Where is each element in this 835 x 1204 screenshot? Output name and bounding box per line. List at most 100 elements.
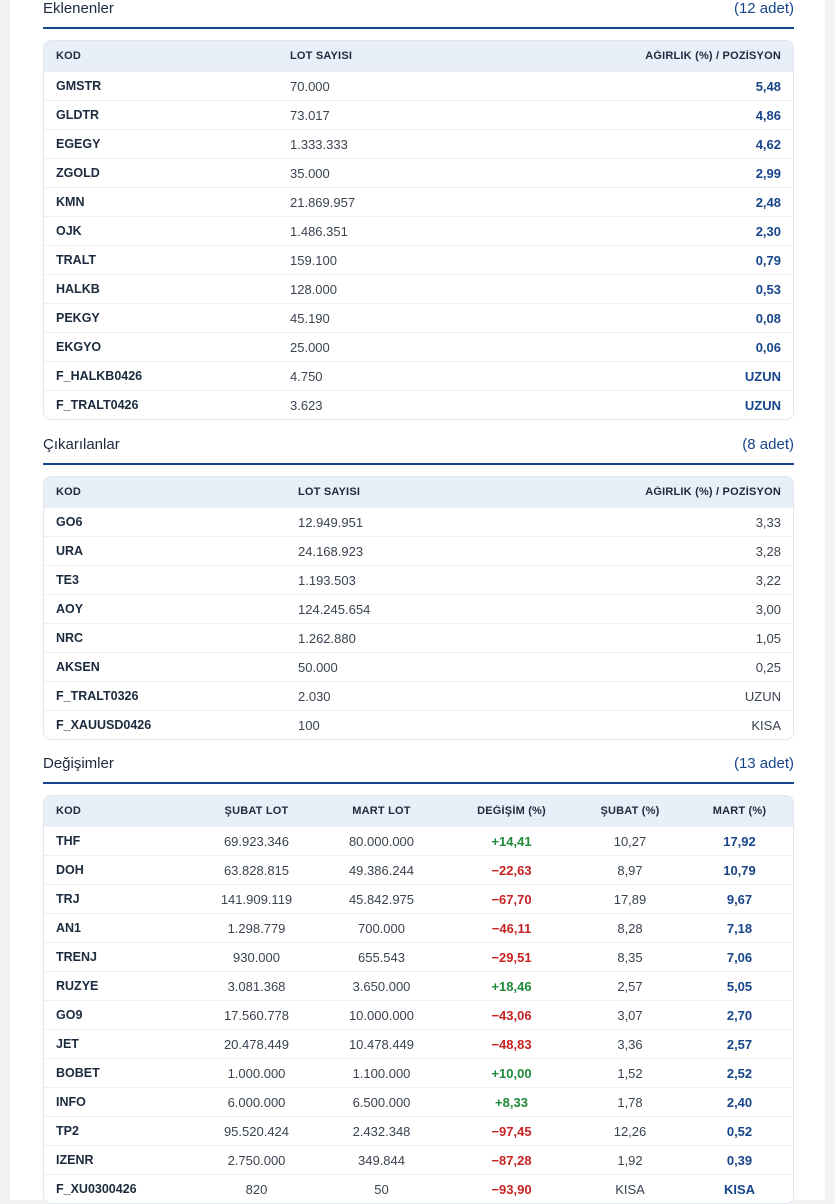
col-header-lot: LOT SAYISI [290,50,353,62]
table-row[interactable]: TRJ 141.909.119 45.842.975 −67,70 17,89 9,67 [44,884,793,913]
weight-cell: 4,62 [755,136,781,152]
weight-cell: 0,25 [755,659,781,675]
code-cell: F_TRALT0426 [56,398,139,412]
table-row[interactable]: GO9 17.560.778 10.000.000 −43,06 3,07 2,70 [44,1000,793,1029]
table-row[interactable]: DOH 63.828.815 49.386.244 −22,63 8,97 10,79 [44,855,793,884]
table-row[interactable]: RUZYE 3.081.368 3.650.000 +18,46 2,57 5,05 [44,971,793,1000]
table-row[interactable]: F_HALKB0426 4.750 UZUN [44,361,793,390]
code-cell: F_HALKB0426 [56,369,143,383]
table-row[interactable]: PEKGY 45.190 0,08 [44,303,793,332]
mar-lot-cell: 6.500.000 [352,1094,411,1110]
col-header-kod: KOD [56,50,82,62]
mar-lot-cell: 10.000.000 [348,1007,415,1023]
code-cell: BOBET [56,1066,100,1080]
table-row[interactable]: IZENR 2.750.000 349.844 −87,28 1,92 0,39 [44,1145,793,1174]
mar-pct-cell: 10,79 [723,862,756,878]
change-cell: +8,33 [495,1094,528,1110]
code-cell: GO6 [56,515,83,529]
change-cell: +14,41 [491,833,532,849]
table-row[interactable]: URA 24.168.923 3,28 [44,536,793,565]
table-row[interactable]: F_XAUUSD0426 100 KISA [44,710,793,739]
code-cell: GO9 [56,1008,83,1022]
added-section-header: Eklenenler (12 adet) [43,0,794,29]
mar-pct-cell: 5,05 [726,978,753,994]
table-row[interactable]: INFO 6.000.000 6.500.000 +8,33 1,78 2,40 [44,1087,793,1116]
code-cell: F_XU0300426 [56,1182,137,1196]
change-cell: −87,28 [491,1152,532,1168]
table-row[interactable]: AKSEN 50.000 0,25 [44,652,793,681]
mar-lot-cell: 655.543 [358,949,405,965]
weight-cell: 0,06 [755,339,781,355]
mar-lot-cell: 45.842.975 [348,891,415,907]
lot-cell: 45.190 [290,310,330,326]
lot-cell: 25.000 [290,339,330,355]
feb-pct-cell: 10,27 [613,833,647,849]
added-table-body: GMSTR 70.000 5,48 GLDTR 73.017 4,86 EGEGY 1.333… [44,71,793,419]
change-cell: −67,70 [491,891,532,907]
feb-lot-cell: 69.923.346 [223,833,290,849]
code-cell: ZGOLD [56,166,100,180]
table-row[interactable]: NRC 1.262.880 1,05 [44,623,793,652]
mar-lot-cell: 3.650.000 [352,978,411,994]
table-row[interactable]: F_TRALT0426 3.623 UZUN [44,390,793,419]
code-cell: PEKGY [56,311,100,325]
table-row[interactable]: HALKB 128.000 0,53 [44,274,793,303]
table-row[interactable]: JET 20.478.449 10.478.449 −48,83 3,36 2,57 [44,1029,793,1058]
table-row[interactable]: GO6 12.949.951 3,33 [44,507,793,536]
table-row[interactable]: GLDTR 73.017 4,86 [44,100,793,129]
code-cell: TP2 [56,1124,79,1138]
changes-section-count: (13 adet) [733,755,794,772]
weight-cell: 3,33 [755,514,781,530]
code-cell: IZENR [56,1153,94,1167]
weight-cell: UZUN [744,397,781,413]
table-row[interactable]: BOBET 1.000.000 1.100.000 +10,00 1,52 2,52 [44,1058,793,1087]
changes-section-title: Değişimler [43,755,114,772]
code-cell: TRALT [56,253,97,267]
feb-pct-cell: 1,78 [617,1094,643,1110]
table-row[interactable]: F_XU0300426 820 50 −93,90 KISA KISA [44,1174,793,1203]
lot-cell: 159.100 [290,252,337,268]
feb-lot-cell: 141.909.119 [220,891,293,907]
code-cell: AN1 [56,921,82,935]
table-row[interactable]: AOY 124.245.654 3,00 [44,594,793,623]
feb-lot-cell: 1.000.000 [227,1065,286,1081]
mar-pct-cell: 7,18 [726,920,753,936]
lot-cell: 4.750 [290,368,323,384]
weight-cell: 0,08 [755,310,781,326]
code-cell: EGEGY [56,137,101,151]
mar-lot-cell: 700.000 [358,920,405,936]
table-row[interactable]: TP2 95.520.424 2.432.348 −97,45 12,26 0,52 [44,1116,793,1145]
mar-lot-cell: 1.100.000 [352,1065,411,1081]
lot-cell: 12.949.951 [298,514,364,530]
change-cell: −43,06 [491,1007,532,1023]
lot-cell: 1.486.351 [290,223,348,239]
weight-cell: 3,28 [755,543,781,559]
table-row[interactable]: F_TRALT0326 2.030 UZUN [44,681,793,710]
table-row[interactable]: TRALT 159.100 0,79 [44,245,793,274]
table-row[interactable]: AN1 1.298.779 700.000 −46,11 8,28 7,18 [44,913,793,942]
code-cell: KMN [56,195,85,209]
table-row[interactable]: EGEGY 1.333.333 4,62 [44,129,793,158]
feb-lot-cell: 63.828.815 [223,862,290,878]
mar-pct-cell: 2,52 [726,1065,753,1081]
table-row[interactable]: THF 69.923.346 80.000.000 +14,41 10,27 17,92 [44,826,793,855]
table-row[interactable]: KMN 21.869.957 2,48 [44,187,793,216]
removed-section-count: (8 adet) [742,436,794,453]
table-row[interactable]: TRENJ 930.000 655.543 −29,51 8,35 7,06 [44,942,793,971]
feb-lot-cell: 95.520.424 [223,1123,290,1139]
table-row[interactable]: TE3 1.193.503 3,22 [44,565,793,594]
mar-lot-cell: 2.432.348 [352,1123,411,1139]
table-row[interactable]: GMSTR 70.000 5,48 [44,71,793,100]
table-row[interactable]: EKGYO 25.000 0,06 [44,332,793,361]
feb-lot-cell: 20.478.449 [223,1036,290,1052]
table-row[interactable]: OJK 1.486.351 2,30 [44,216,793,245]
code-cell: OJK [56,224,82,238]
mar-pct-cell: 9,67 [726,891,753,907]
code-cell: F_TRALT0326 [56,689,139,703]
mar-lot-cell: 50 [374,1181,389,1197]
removed-table: KOD LOT SAYISI AĞIRLIK (%) / POZİSYON GO… [43,476,794,740]
col-header-mar-pct: MART (%) [712,805,767,817]
added-section-title: Eklenenler [43,0,114,17]
table-row[interactable]: ZGOLD 35.000 2,99 [44,158,793,187]
code-cell: TE3 [56,573,79,587]
